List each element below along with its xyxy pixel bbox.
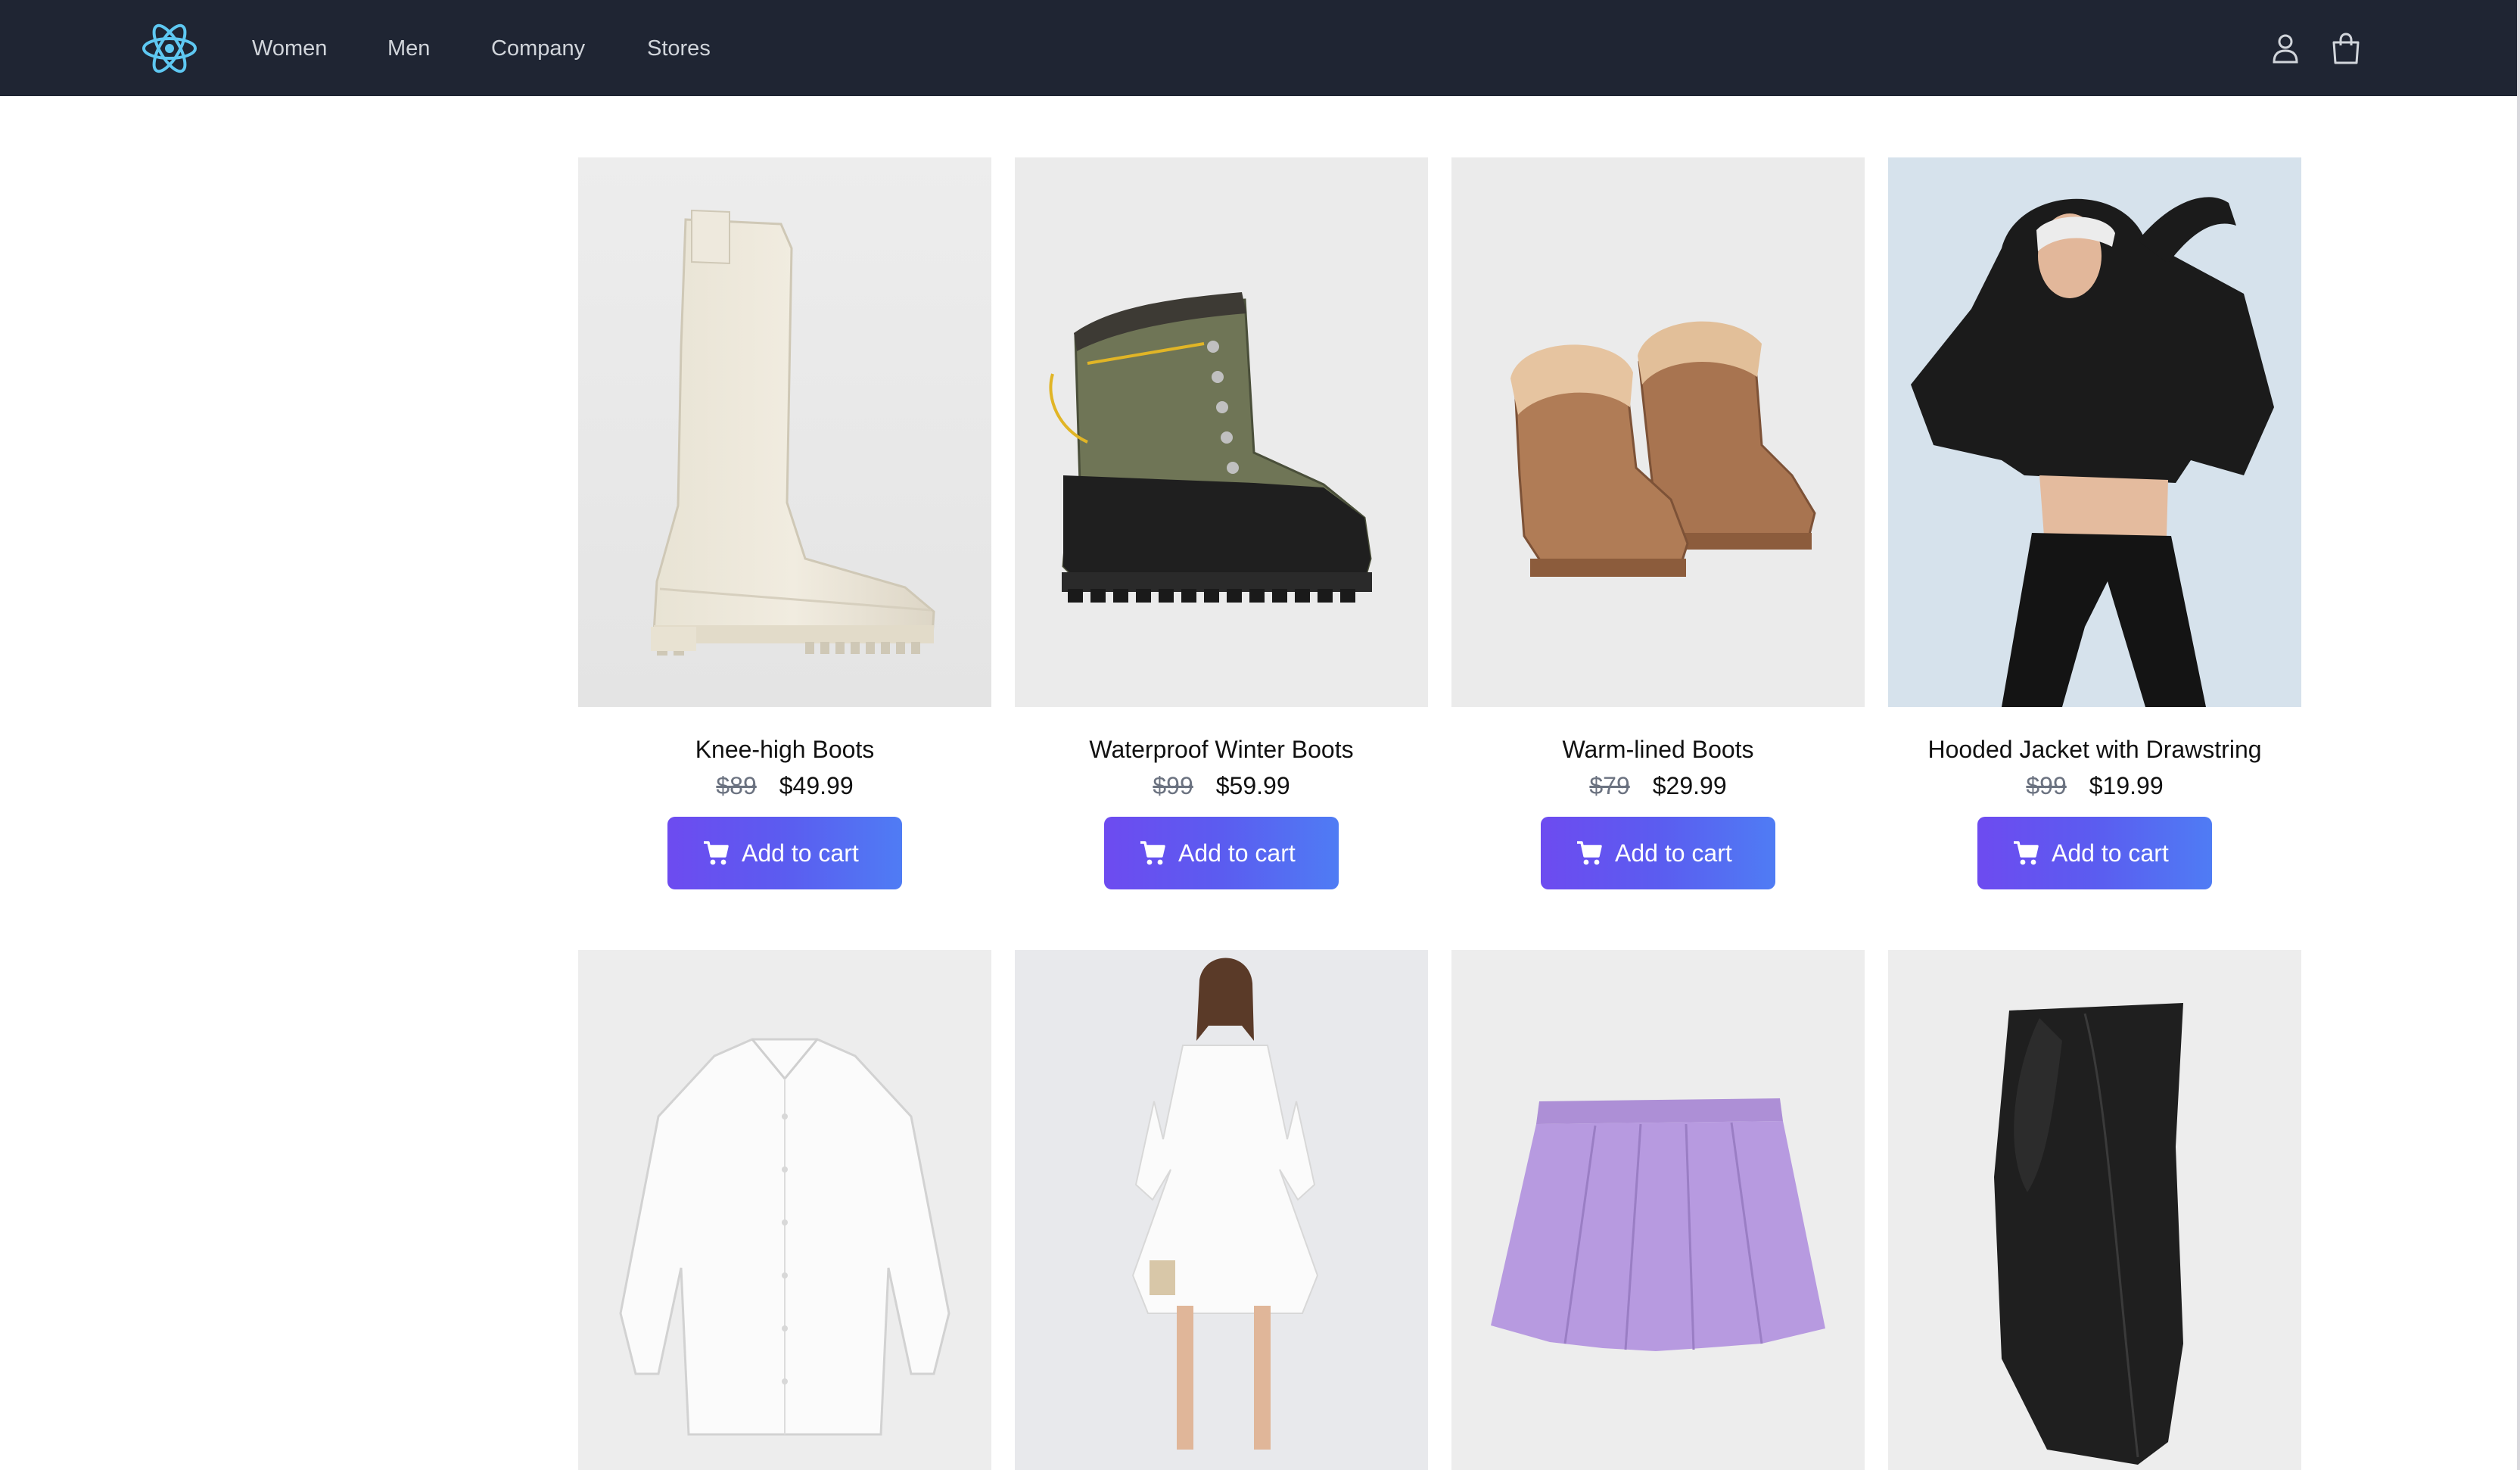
product-prices: $99 $59.99 (1015, 772, 1428, 800)
product-image-knee-high-boots[interactable] (578, 157, 991, 707)
product-prices: $89 $49.99 (578, 772, 991, 800)
original-price: $79 (1589, 772, 1630, 799)
original-price: $89 (716, 772, 757, 799)
window-edge (2517, 0, 2520, 1470)
sale-price: $19.99 (2089, 772, 2164, 799)
original-price: $99 (2026, 772, 2067, 799)
shopping-cart-icon (2014, 841, 2039, 865)
user-icon[interactable] (2267, 30, 2304, 67)
nav-link-stores[interactable]: Stores (647, 33, 711, 64)
add-to-cart-button[interactable]: Add to cart (1104, 817, 1339, 889)
sale-price: $59.99 (1215, 772, 1290, 799)
sale-price: $49.99 (779, 772, 854, 799)
product-image-purple-skirt[interactable] (1451, 950, 1865, 1470)
product-image-white-shirt[interactable] (578, 950, 991, 1470)
add-to-cart-button[interactable]: Add to cart (1977, 817, 2212, 889)
shopping-bag-icon[interactable] (2328, 30, 2364, 67)
product-image-black-skirt[interactable] (1888, 950, 2301, 1470)
nav-link-women[interactable]: Women (252, 33, 327, 64)
add-to-cart-label: Add to cart (1178, 839, 1296, 867)
sale-price: $29.99 (1652, 772, 1727, 799)
navbar: Women Men Company Stores (0, 0, 2517, 96)
product-image-hooded-jacket[interactable] (1888, 157, 2301, 707)
shopping-cart-icon (704, 841, 729, 865)
add-to-cart-label: Add to cart (742, 839, 859, 867)
react-atom-icon[interactable] (141, 20, 198, 77)
product-image-waterproof-winter-boots[interactable] (1015, 157, 1428, 707)
add-to-cart-label: Add to cart (2052, 839, 2169, 867)
product-title[interactable]: Warm-lined Boots (1451, 736, 1865, 764)
product-title[interactable]: Knee-high Boots (578, 736, 991, 764)
page: Women Men Company Stores Knee-high Boots… (0, 0, 2520, 1470)
product-prices: $79 $29.99 (1451, 772, 1865, 800)
product-prices: $99 $19.99 (1888, 772, 2301, 800)
shopping-cart-icon (1577, 841, 1602, 865)
storefront: Women Men Company Stores Knee-high Boots… (0, 0, 2517, 1470)
add-to-cart-label: Add to cart (1615, 839, 1732, 867)
add-to-cart-button[interactable]: Add to cart (1541, 817, 1775, 889)
product-image-white-dress[interactable] (1015, 950, 1428, 1470)
nav-link-men[interactable]: Men (387, 33, 430, 64)
product-title[interactable]: Hooded Jacket with Drawstring (1888, 736, 2301, 764)
shopping-cart-icon (1140, 841, 1165, 865)
nav-link-company[interactable]: Company (491, 33, 585, 64)
product-title[interactable]: Waterproof Winter Boots (1015, 736, 1428, 764)
product-image-warm-lined-boots[interactable] (1451, 157, 1865, 707)
add-to-cart-button[interactable]: Add to cart (667, 817, 902, 889)
original-price: $99 (1153, 772, 1193, 799)
